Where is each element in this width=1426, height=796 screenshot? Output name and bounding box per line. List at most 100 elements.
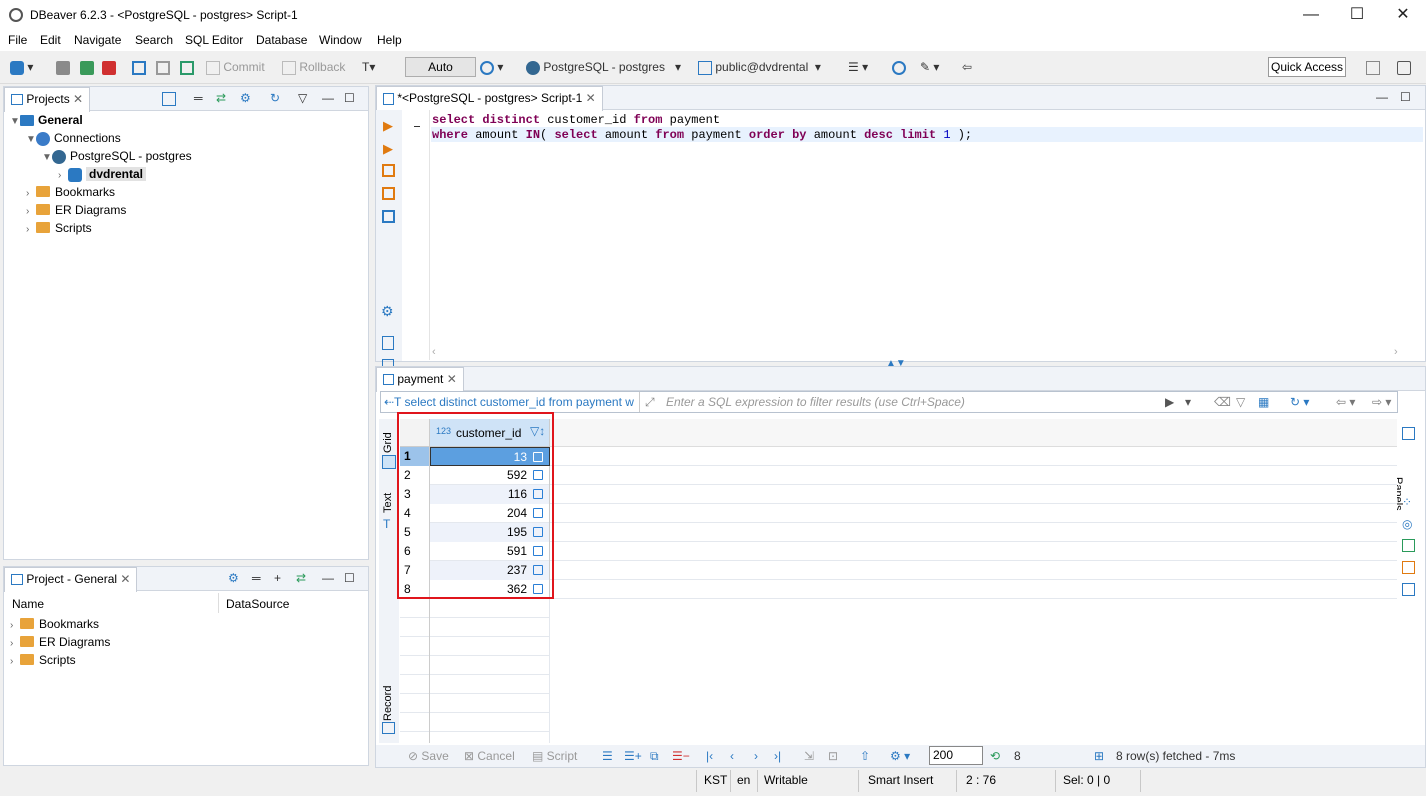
filter-settings-icon[interactable]: ▦ [1258, 394, 1269, 410]
prev-icon[interactable]: ⇦ ▾ [1336, 394, 1355, 410]
maximize-editor-icon[interactable]: ☐ [1400, 89, 1411, 105]
col-header-datasource[interactable]: DataSource [226, 597, 289, 611]
minimize-editor-icon[interactable]: — [1376, 89, 1388, 105]
filter-icon[interactable]: ▽ [1236, 394, 1245, 410]
panel-layout-icon[interactable] [1402, 583, 1415, 596]
rollback-button[interactable]: Rollback [282, 59, 345, 75]
menu-help[interactable]: Help [377, 33, 402, 47]
chevron-down-icon[interactable]: ▼ [42, 152, 52, 163]
tree-item-er-diagrams[interactable]: › ER Diagrams [26, 203, 126, 217]
perspective-icon[interactable] [1366, 59, 1380, 75]
chevron-right-icon[interactable]: › [10, 620, 20, 631]
fetch-all-icon[interactable]: ⊡ [828, 748, 838, 764]
back-icon[interactable]: ⇦ [962, 59, 972, 75]
refresh-icon[interactable]: ↻ [270, 90, 280, 106]
copy-row-icon[interactable]: ⧉ [650, 748, 659, 764]
commit-button[interactable]: Commit [206, 59, 265, 75]
expand-filter-icon[interactable]: ⤢ [645, 395, 655, 410]
execute-new-tab-icon[interactable]: ▶ [383, 141, 393, 157]
save-button[interactable]: ⊘ Save [408, 748, 449, 764]
scroll-left-icon[interactable]: ‹ [432, 346, 436, 358]
menu-window[interactable]: Window [319, 33, 362, 47]
cancel-button[interactable]: ⊠ Cancel [464, 748, 515, 764]
refresh-results-icon[interactable]: ↻ ▾ [1290, 394, 1309, 410]
pg-item-bookmarks[interactable]: › Bookmarks [10, 617, 99, 631]
history-icon[interactable]: ▾ [480, 59, 503, 75]
script-button[interactable]: ▤ Script [532, 748, 577, 764]
dashboard-icon[interactable] [892, 59, 906, 75]
filter-history-icon[interactable]: ▾ [1185, 395, 1191, 409]
scroll-right-icon[interactable]: › [1394, 346, 1398, 358]
chevron-right-icon[interactable]: › [58, 170, 68, 181]
editor-tab[interactable]: *<PostgreSQL - postgres> Script-1 ✕ [376, 86, 603, 111]
settings-icon[interactable]: ⚙ [381, 303, 394, 320]
refresh-count-icon[interactable]: ⟲ [990, 748, 1000, 764]
chevron-right-icon[interactable]: › [26, 188, 36, 199]
tree-item-general[interactable]: ▼ General [10, 113, 83, 127]
next-icon[interactable]: ⇨ ▾ [1372, 394, 1391, 410]
export-icon[interactable]: ⇧ [860, 748, 870, 764]
chevron-right-icon[interactable]: › [10, 638, 20, 649]
pg-item-scripts[interactable]: › Scripts [10, 653, 76, 667]
first-page-icon[interactable]: |‹ [706, 748, 713, 764]
transaction-log-icon[interactable] [156, 59, 170, 75]
record-tab[interactable]: Record [382, 686, 394, 721]
projects-tab[interactable]: Projects ✕ [4, 87, 91, 112]
menu-sql-editor[interactable]: SQL Editor [185, 33, 243, 47]
chevron-down-icon[interactable]: ▼ [10, 116, 20, 127]
tools-icon[interactable]: ✎ ▾ [920, 59, 939, 75]
edit-cell-icon[interactable]: ☰ [602, 748, 613, 764]
schema-selector[interactable]: public@dvdrental ▾ [698, 59, 821, 75]
expand-icon[interactable]: + [274, 570, 281, 586]
maximize-panel-icon[interactable]: ☐ [344, 570, 355, 586]
panel-values-icon[interactable]: ⁘ [1402, 495, 1412, 509]
text-tab[interactable]: Text [382, 493, 394, 513]
next-page-icon[interactable]: › [754, 748, 758, 764]
execute-icon[interactable]: ▶ [383, 118, 393, 134]
collapse-all-icon[interactable]: ═ [194, 90, 203, 106]
fetch-size-input[interactable]: 200 [929, 746, 983, 765]
disconnect-icon[interactable] [102, 59, 116, 75]
maximize-button[interactable]: ☐ [1334, 0, 1380, 30]
transaction-mode-icon[interactable] [132, 59, 146, 75]
maximize-panel-icon[interactable]: ☐ [344, 90, 355, 106]
chevron-right-icon[interactable]: › [26, 224, 36, 235]
invalidate-icon[interactable] [80, 59, 94, 75]
execute-script-icon[interactable] [382, 164, 395, 177]
tree-item-bookmarks[interactable]: › Bookmarks [26, 185, 115, 199]
configure-icon[interactable]: ⚙ [228, 570, 239, 586]
connect-icon[interactable] [56, 59, 70, 75]
results-tab-payment[interactable]: payment ✕ [376, 367, 464, 392]
menu-navigate[interactable]: Navigate [74, 33, 121, 47]
configure-icon[interactable]: ⚙ [240, 90, 251, 106]
minimize-panel-icon[interactable]: — [322, 90, 334, 106]
panel-grouping-icon[interactable] [1402, 539, 1415, 552]
execute-script-tabs-icon[interactable] [382, 187, 395, 200]
text-icon[interactable]: T [383, 517, 390, 531]
tree-item-postgresql[interactable]: ▼ PostgreSQL - postgres [42, 149, 192, 164]
chevron-right-icon[interactable]: › [26, 206, 36, 217]
tree-item-connections[interactable]: ▼ Connections [26, 131, 121, 146]
connection-selector[interactable]: PostgreSQL - postgres ▾ [526, 59, 681, 75]
new-project-icon[interactable] [162, 90, 176, 106]
panel-aggregate-icon[interactable] [1402, 561, 1415, 574]
record-icon[interactable] [382, 722, 395, 734]
query-label[interactable]: ⇠T select distinct customer_id from paym… [384, 395, 638, 409]
menu-edit[interactable]: Edit [40, 33, 61, 47]
format-icon[interactable]: ☰ ▾ [848, 59, 868, 75]
minimize-panel-icon[interactable]: — [322, 570, 334, 586]
link-icon[interactable]: ⇄ [296, 570, 306, 586]
chevron-right-icon[interactable]: › [10, 656, 20, 667]
tree-item-dvdrental[interactable]: › dvdrental [58, 167, 147, 182]
tree-item-scripts[interactable]: › Scripts [26, 221, 92, 235]
filter-input[interactable]: Enter a SQL expression to filter results… [666, 395, 965, 409]
minimize-button[interactable]: — [1288, 0, 1334, 30]
panels-icon[interactable] [1402, 427, 1415, 440]
close-button[interactable]: ✕ [1380, 0, 1426, 30]
new-connection-icon[interactable]: ▾ [10, 59, 33, 75]
tx-isolation-icon[interactable]: T▾ [362, 59, 375, 75]
col-header-name[interactable]: Name [12, 597, 44, 611]
settings-icon[interactable]: ⚙ ▾ [890, 748, 910, 764]
link-editor-icon[interactable]: ⇄ [216, 90, 226, 106]
project-general-tab[interactable]: Project - General ✕ [4, 567, 138, 592]
